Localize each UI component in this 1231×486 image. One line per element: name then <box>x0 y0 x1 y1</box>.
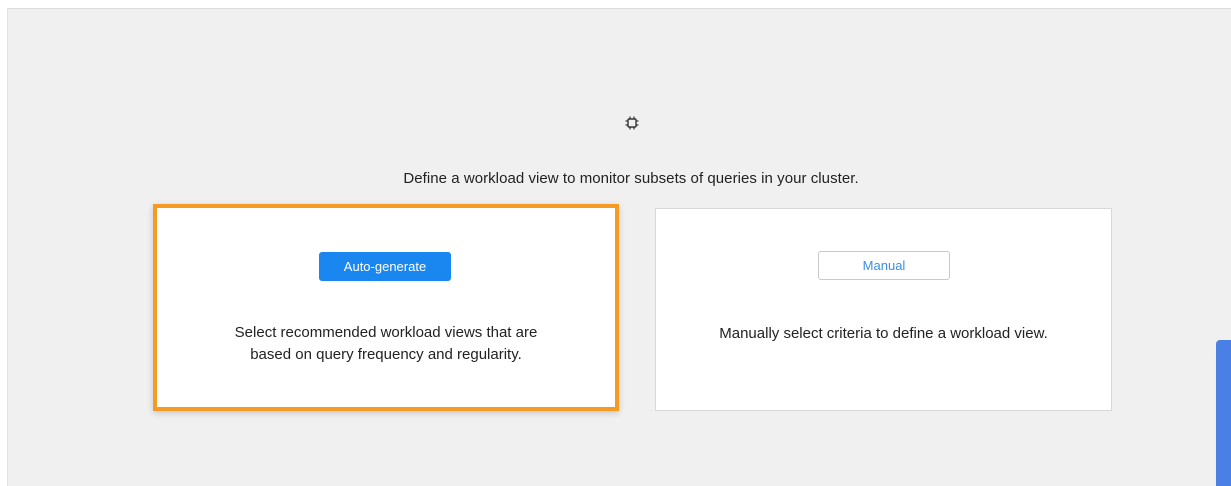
auto-generate-card[interactable]: Auto-generate Select recommended workloa… <box>153 204 619 411</box>
chip-icon <box>625 116 639 130</box>
auto-generate-description: Select recommended workload views that a… <box>157 322 615 366</box>
manual-description: Manually select criteria to define a wor… <box>719 325 1048 342</box>
manual-card[interactable]: Manual Manually select criteria to defin… <box>655 208 1112 411</box>
auto-generate-description-line-1: Select recommended workload views that a… <box>234 324 538 341</box>
intro-text: Define a workload view to monitor subset… <box>403 170 859 187</box>
side-panel-tab[interactable] <box>1216 340 1231 486</box>
auto-generate-description-line-2: based on query frequency and regularity. <box>250 346 522 363</box>
manual-button[interactable]: Manual <box>818 251 950 280</box>
auto-generate-button[interactable]: Auto-generate <box>319 252 451 281</box>
